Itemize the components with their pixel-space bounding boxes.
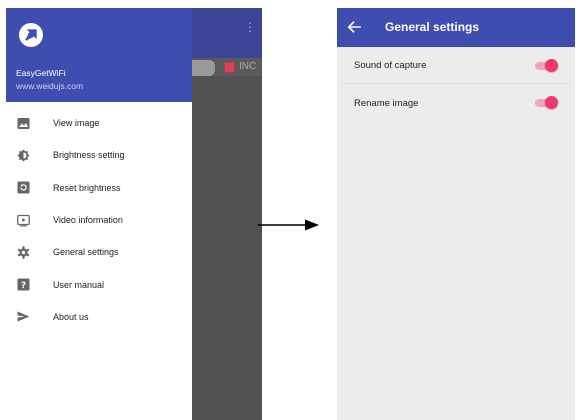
settings-screen: General settings Sound of capture Rename… [337, 8, 575, 420]
rename-image-toggle[interactable] [534, 96, 558, 110]
menu-item-general-settings[interactable]: General settings [6, 236, 192, 268]
menu-item-label: View image [53, 118, 100, 129]
setting-label: Sound of capture [354, 60, 427, 71]
gear-icon [17, 246, 30, 259]
setting-row-sound-of-capture[interactable]: Sound of capture [342, 48, 570, 84]
menu-item-label: About us [53, 311, 89, 322]
menu-item-brightness-setting[interactable]: Brightness setting [6, 139, 192, 171]
image-icon [17, 117, 30, 130]
brightness-icon [17, 149, 30, 162]
sound-of-capture-toggle[interactable] [534, 58, 558, 73]
background-checkbox[interactable] [224, 62, 235, 73]
menu-item-reset-brightness[interactable]: Reset brightness [6, 172, 192, 204]
video-icon [17, 214, 30, 227]
transition-arrow-icon [258, 219, 319, 231]
toggle-knob [545, 58, 558, 72]
menu-item-label: User manual [53, 279, 105, 290]
svg-text:?: ? [21, 281, 26, 291]
drawer-header: EasyGetWiFi www.weidujs.com [6, 8, 192, 102]
settings-app-bar: General settings [337, 8, 575, 47]
navigation-drawer: EasyGetWiFi www.weidujs.com View image B… [6, 8, 192, 420]
setting-label: Rename image [354, 97, 419, 109]
menu-item-label: Reset brightness [53, 182, 121, 193]
drawer-app-name: EasyGetWiFi [16, 68, 66, 78]
app-logo-icon [19, 23, 43, 47]
page-title: General settings [385, 20, 480, 34]
menu-item-video-information[interactable]: Video information [6, 204, 192, 236]
send-icon [17, 310, 30, 323]
menu-item-user-manual[interactable]: ? User manual [6, 268, 192, 300]
overflow-menu-icon[interactable]: ⋮ [244, 21, 256, 42]
drawer-website: www.weidujs.com [16, 81, 84, 91]
drawer-menu: View image Brightness setting Reset brig… [6, 107, 192, 333]
back-arrow-icon[interactable] [346, 19, 362, 35]
drawer-screen: ⋮ INC EasyGetWiFi www.weidujs.com View i… [6, 8, 262, 420]
background-input-pill [192, 60, 215, 76]
comparison-figure: ⋮ INC EasyGetWiFi www.weidujs.com View i… [0, 0, 576, 420]
menu-item-label: General settings [53, 247, 119, 258]
help-icon: ? [17, 278, 30, 291]
toggle-knob [545, 96, 558, 109]
menu-item-label: Video information [53, 215, 123, 226]
setting-row-rename-image[interactable]: Rename image [342, 85, 570, 121]
menu-item-label: Brightness setting [53, 150, 125, 161]
menu-item-view-image[interactable]: View image [6, 107, 192, 139]
menu-item-about-us[interactable]: About us [6, 301, 192, 333]
reset-icon [17, 181, 30, 194]
background-toolbar-label: INC [239, 61, 257, 72]
